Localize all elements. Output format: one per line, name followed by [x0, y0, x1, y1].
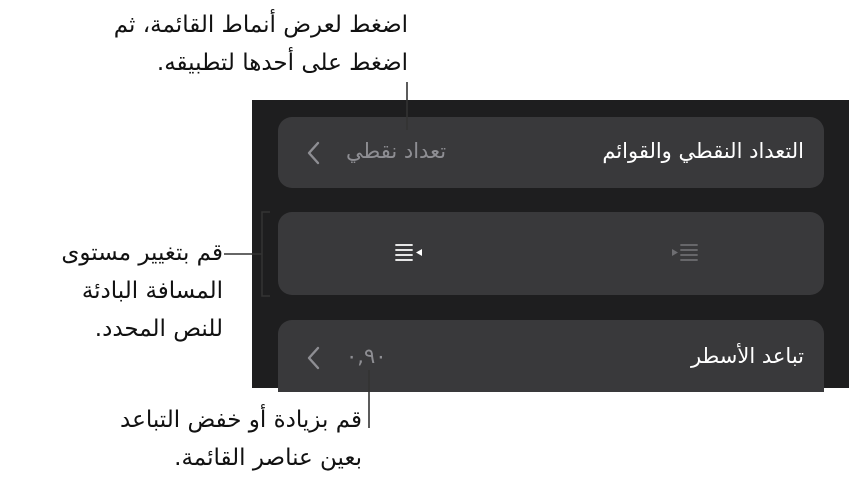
indent-icon[interactable] — [664, 238, 704, 270]
callout-indent: قم بتغيير مستوى المسافة البادئة للنص الم… — [61, 240, 223, 342]
line-spacing-label: تباعد الأسطر — [690, 344, 804, 368]
line-spacing-row[interactable]: تباعد الأسطر ٠,٩٠ — [278, 320, 824, 392]
bullets-and-lists-row[interactable]: التعداد النقطي والقوائم تعداد نقطي — [278, 117, 824, 188]
callout-spacing: قم بزيادة أو خفض التباعد بعين عناصر القا… — [120, 407, 362, 471]
chevron-left-icon — [307, 346, 320, 370]
indent-row — [278, 212, 824, 295]
list-style-value: تعداد نقطي — [346, 139, 447, 163]
outdent-icon[interactable] — [390, 238, 430, 270]
callout-list-styles: اضغط لعرض أنماط القائمة، ثم اضغط على أحد… — [113, 12, 408, 76]
bullets-and-lists-label: التعداد النقطي والقوائم — [602, 139, 804, 163]
chevron-left-icon — [307, 141, 320, 165]
line-spacing-value: ٠,٩٠ — [346, 344, 387, 368]
